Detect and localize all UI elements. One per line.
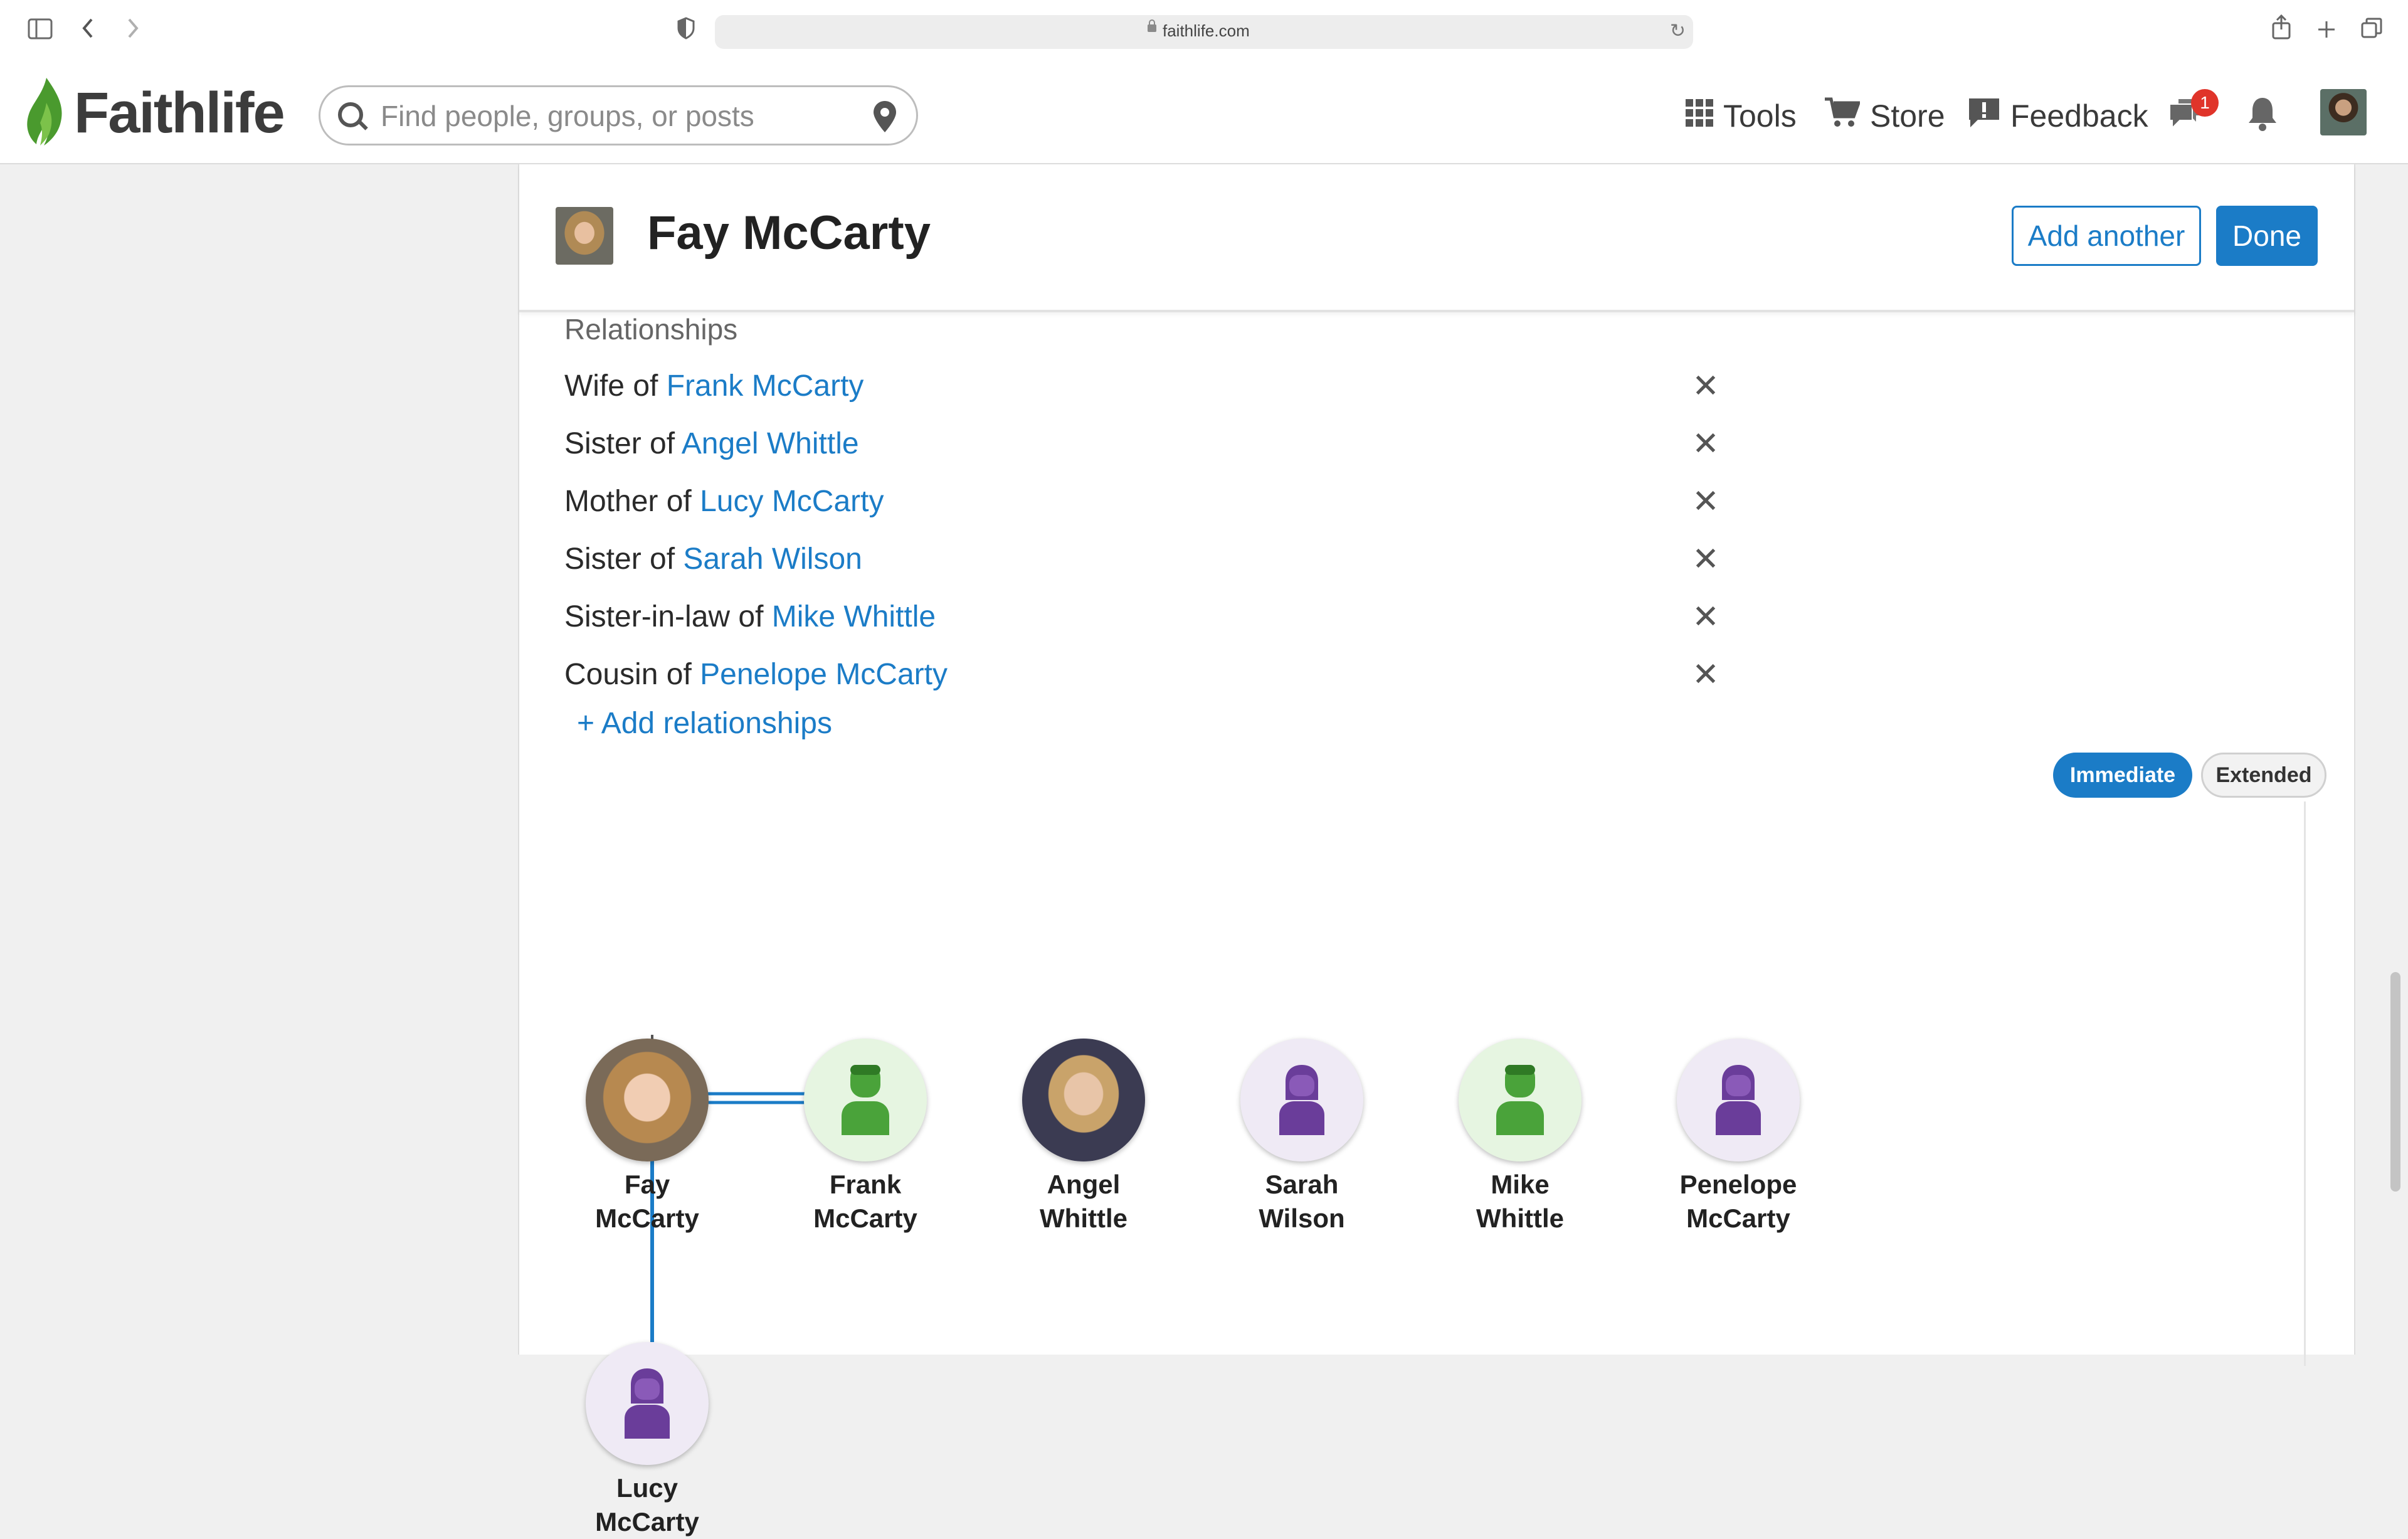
messages-badge: 1 — [2191, 89, 2219, 117]
male-icon — [842, 1065, 889, 1135]
add-another-button[interactable]: Add another — [2012, 206, 2201, 266]
relationship-person-link[interactable]: Mike Whittle — [772, 600, 936, 633]
page-scrollbar[interactable] — [2390, 972, 2400, 1192]
member-last-name: McCarty — [1686, 1203, 1790, 1233]
tree-node-mike-whittle[interactable]: Mike Whittle — [1451, 1039, 1589, 1235]
search-icon — [338, 102, 363, 127]
member-last-name: Wilson — [1259, 1203, 1345, 1233]
tree-node-angel-whittle[interactable]: Angel Whittle — [1015, 1039, 1153, 1235]
remove-relationship-icon[interactable]: ✕ — [1687, 541, 1724, 578]
relationship-row: Sister of Sarah Wilson ✕ — [564, 541, 1775, 586]
member-first-name: Lucy — [616, 1473, 679, 1503]
tree-node-penelope-mccarty[interactable]: Penelope McCarty — [1669, 1039, 1807, 1235]
relationship-type: Sister-in-law of — [564, 600, 772, 633]
cart-icon — [1825, 97, 1861, 135]
add-relationships-link[interactable]: + Add relationships — [577, 706, 832, 741]
member-last-name: McCarty — [813, 1203, 917, 1233]
member-first-name: Angel — [1047, 1170, 1121, 1199]
shield-icon[interactable] — [668, 14, 704, 49]
location-pin-icon[interactable] — [872, 100, 897, 134]
relationship-person-link[interactable]: Penelope McCarty — [700, 658, 948, 691]
grid-icon — [1686, 98, 1713, 134]
member-first-name: Frank — [829, 1170, 902, 1199]
bell-icon[interactable] — [2246, 95, 2279, 133]
immediate-toggle[interactable]: Immediate — [2053, 753, 2192, 798]
member-last-name: McCarty — [595, 1203, 699, 1233]
tabs-icon[interactable] — [2354, 14, 2389, 49]
member-avatar — [804, 1039, 927, 1161]
relationship-type: Wife of — [564, 369, 667, 403]
tree-node-frank-mccarty[interactable]: Frank McCarty — [796, 1039, 934, 1235]
feedback-label: Feedback — [2010, 98, 2148, 134]
feedback-icon — [1968, 96, 2000, 136]
forward-icon[interactable] — [115, 14, 150, 49]
person-header: Fay McCarty Add another Done — [519, 164, 2354, 312]
member-first-name: Fay — [624, 1170, 670, 1199]
relationship-type: Sister of — [564, 542, 684, 576]
member-last-name: McCarty — [595, 1507, 699, 1536]
member-avatar — [586, 1342, 709, 1465]
relationship-type: Mother of — [564, 485, 700, 518]
relationship-type: Sister of — [564, 427, 682, 460]
user-avatar[interactable] — [2320, 89, 2367, 135]
back-icon[interactable] — [70, 14, 105, 49]
search-input[interactable] — [379, 96, 846, 136]
member-last-name: Whittle — [1476, 1203, 1564, 1233]
person-avatar — [556, 207, 613, 265]
member-avatar — [1677, 1039, 1800, 1161]
tree-node-sarah-wilson[interactable]: Sarah Wilson — [1233, 1039, 1371, 1235]
remove-relationship-icon[interactable]: ✕ — [1687, 656, 1724, 694]
remove-relationship-icon[interactable]: ✕ — [1687, 483, 1724, 521]
relationship-row: Cousin of Penelope McCarty ✕ — [564, 657, 1775, 701]
tree-node-fay-mccarty[interactable]: Fay McCarty — [578, 1039, 716, 1235]
female-icon — [1279, 1065, 1324, 1135]
female-icon — [1716, 1065, 1761, 1135]
member-first-name: Sarah — [1265, 1170, 1339, 1199]
sidebar-icon[interactable] — [23, 14, 58, 49]
member-first-name: Mike — [1491, 1170, 1550, 1199]
relationship-row: Sister of Angel Whittle ✕ — [564, 426, 1775, 470]
family-tree: Fay McCarty Frank McCarty Angel Whittle — [544, 801, 2306, 1536]
member-avatar — [586, 1039, 709, 1161]
relationship-type: Cousin of — [564, 658, 700, 691]
share-icon[interactable] — [2264, 14, 2299, 49]
member-avatar — [1022, 1039, 1145, 1161]
relationship-person-link[interactable]: Angel Whittle — [682, 427, 859, 460]
female-icon — [625, 1368, 670, 1439]
member-last-name: Whittle — [1040, 1203, 1127, 1233]
relationships-heading: Relationships — [564, 313, 738, 346]
address-bar[interactable]: faithlife.com ↻ — [715, 15, 1693, 49]
faithlife-logo-icon[interactable] — [21, 75, 71, 151]
relationship-row: Sister-in-law of Mike Whittle ✕ — [564, 598, 1775, 643]
url-text: faithlife.com — [1163, 21, 1250, 40]
relationship-person-link[interactable]: Lucy McCarty — [700, 485, 884, 518]
browser-toolbar: faithlife.com ↻ — [0, 0, 2408, 63]
member-first-name: Penelope — [1679, 1170, 1797, 1199]
logo-text[interactable]: Faithlife — [74, 80, 285, 146]
remove-relationship-icon[interactable]: ✕ — [1687, 368, 1724, 405]
member-avatar — [1240, 1039, 1363, 1161]
relationship-person-link[interactable]: Frank McCarty — [667, 369, 864, 403]
done-button[interactable]: Done — [2216, 206, 2318, 266]
person-name: Fay McCarty — [647, 206, 931, 260]
store-link[interactable]: Store — [1825, 94, 1945, 138]
tools-menu[interactable]: Tools — [1686, 94, 1797, 138]
remove-relationship-icon[interactable]: ✕ — [1687, 598, 1724, 636]
feedback-link[interactable]: Feedback — [1968, 94, 2148, 138]
lock-icon — [1148, 19, 1156, 32]
plus-icon[interactable] — [2309, 14, 2344, 49]
member-avatar — [1459, 1039, 1582, 1161]
tools-label: Tools — [1723, 98, 1797, 134]
remove-relationship-icon[interactable]: ✕ — [1687, 425, 1724, 463]
tree-node-lucy-mccarty[interactable]: Lucy McCarty — [578, 1342, 716, 1539]
search-box[interactable] — [319, 85, 918, 145]
extended-toggle[interactable]: Extended — [2201, 753, 2326, 798]
relationship-row: Mother of Lucy McCarty ✕ — [564, 484, 1775, 528]
relationship-row: Wife of Frank McCarty ✕ — [564, 368, 1775, 413]
relationships-card: Fay McCarty Add another Done Relationshi… — [518, 164, 2355, 1536]
store-label: Store — [1870, 98, 1945, 134]
male-icon — [1496, 1065, 1544, 1135]
relationship-person-link[interactable]: Sarah Wilson — [683, 542, 862, 576]
reload-icon[interactable]: ↻ — [1670, 20, 1686, 42]
